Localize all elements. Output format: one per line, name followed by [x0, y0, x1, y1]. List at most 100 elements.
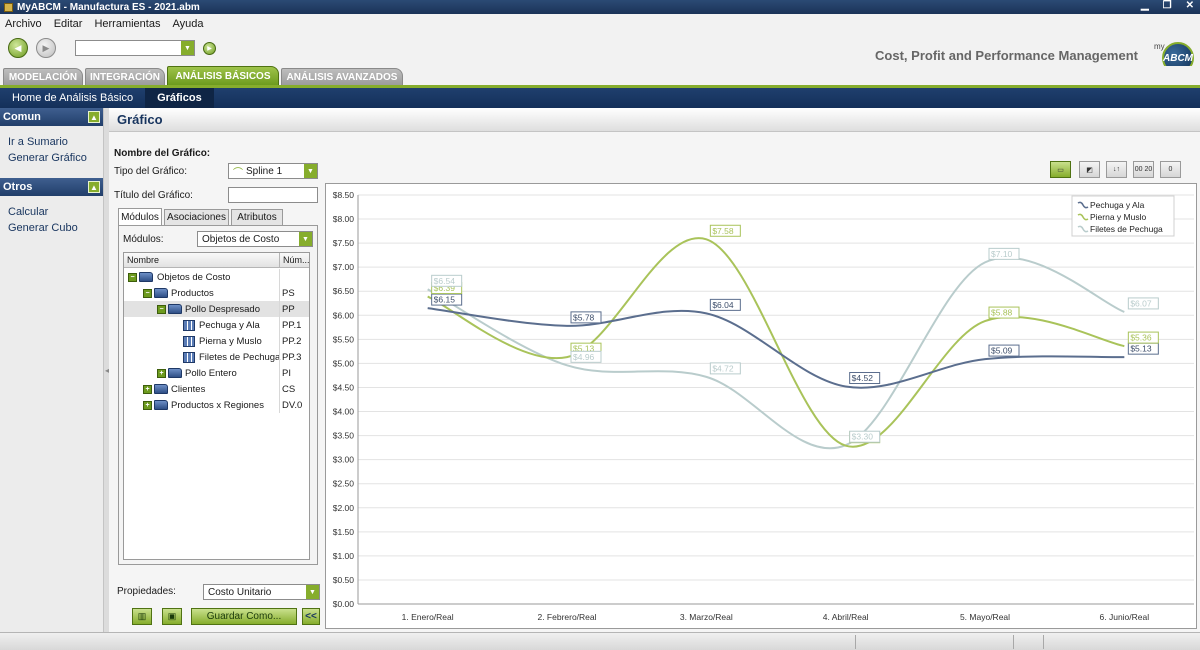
- tree-row-pierna-y-muslo[interactable]: Pierna y Muslo PP.2: [124, 333, 309, 349]
- tree-row-productos-x-regiones[interactable]: + Productos x Regiones DV.0: [124, 397, 309, 413]
- tab-analisis-avanzados[interactable]: ANÁLISIS AVANZADOS: [281, 68, 403, 85]
- data-label: $4.52: [852, 373, 874, 383]
- save-as-button[interactable]: Guardar Como...: [191, 608, 297, 625]
- expand-icon[interactable]: +: [143, 385, 152, 394]
- properties-select[interactable]: Costo Unitario ▼: [203, 584, 320, 600]
- chart-title-input[interactable]: [228, 187, 318, 203]
- chevron-down-icon: ▼: [299, 232, 312, 246]
- data-label: $5.88: [991, 308, 1013, 318]
- collapse-icon[interactable]: −: [157, 305, 166, 314]
- chart-panel: $0.00 $0.50 $1.00 $1.50 $2.00 $2.50 $3.00 $3.50…: [325, 183, 1197, 629]
- page-title: Gráfico: [109, 108, 1200, 132]
- y-tick-label: $5.00: [333, 358, 355, 368]
- legend-label: Pechuga y Ala: [1090, 200, 1145, 210]
- y-tick-label: $3.00: [333, 455, 355, 465]
- modules-select[interactable]: Objetos de Costo ▼: [197, 231, 313, 247]
- collapse-icon[interactable]: −: [143, 289, 152, 298]
- expand-icon[interactable]: +: [157, 369, 166, 378]
- main-area: Gráfico Nombre del Gráfico: Tipo del Grá…: [109, 108, 1200, 632]
- data-label: $6.07: [1130, 298, 1152, 308]
- x-tick-label: 4. Abril/Real: [823, 612, 869, 622]
- go-button[interactable]: ▶: [203, 42, 216, 55]
- left-panel: Comun ▲ Ir a Sumario Generar Gráfico Otr…: [0, 108, 104, 632]
- sort-button[interactable]: ↓↑: [1106, 161, 1127, 178]
- save-button[interactable]: ▣: [162, 608, 182, 625]
- section-comun[interactable]: Comun ▲: [0, 108, 103, 126]
- bar-chart-icon: ▥: [137, 611, 147, 621]
- x-tick-label: 6. Junio/Real: [1100, 612, 1150, 622]
- collapse-icon[interactable]: −: [128, 273, 137, 282]
- data-label: $5.13: [1130, 344, 1152, 354]
- tree-row-clientes[interactable]: + Clientes CS: [124, 381, 309, 397]
- module-tree: Nombre Núm... − Objetos de Costo − Produ…: [123, 252, 310, 560]
- properties-label: Propiedades:: [117, 586, 176, 597]
- chart-image-button[interactable]: ◩: [1079, 161, 1100, 178]
- chevron-down-icon: ▼: [304, 164, 317, 178]
- tab-modelacion[interactable]: MODELACIÓN: [3, 68, 83, 85]
- tree-row-pollo-despresado[interactable]: − Pollo Despresado PP: [124, 301, 309, 317]
- arrow-right-icon: ▶: [42, 42, 50, 53]
- collapse-icon[interactable]: ▲: [88, 111, 100, 123]
- app-icon: [4, 2, 13, 12]
- tab-integracion[interactable]: INTEGRACIÓN: [85, 68, 165, 85]
- y-tick-label: $5.50: [333, 334, 355, 344]
- legend-label: Filetes de Pechuga: [1090, 224, 1163, 234]
- collapse-icon[interactable]: ▲: [88, 181, 100, 193]
- zero-button[interactable]: 0: [1160, 161, 1181, 178]
- sidebar-item-calcular[interactable]: Calcular: [0, 204, 103, 220]
- chart-view-button[interactable]: ▭: [1050, 161, 1071, 178]
- forward-button[interactable]: ▶: [36, 38, 56, 58]
- tree-row-productos[interactable]: − Productos PS: [124, 285, 309, 301]
- decimals-button[interactable]: 00 20: [1133, 161, 1154, 178]
- y-tick-label: $3.50: [333, 431, 355, 441]
- chart-settings-button[interactable]: ▥: [132, 608, 152, 625]
- menu-ayuda[interactable]: Ayuda: [172, 18, 203, 30]
- minimize-icon[interactable]: ▁: [1141, 0, 1149, 11]
- series-line-2: [427, 256, 1125, 450]
- subnav-graficos[interactable]: Gráficos: [145, 88, 214, 108]
- tree-row-pollo-entero[interactable]: + Pollo Entero PI: [124, 365, 309, 381]
- sidebar-item-ir-a-sumario[interactable]: Ir a Sumario: [0, 134, 103, 150]
- play-icon: ▶: [207, 46, 212, 52]
- tree-row-objetos-de-costo[interactable]: − Objetos de Costo: [124, 269, 309, 285]
- subnav-home-analisis[interactable]: Home de Análisis Básico: [0, 88, 145, 108]
- section-otros[interactable]: Otros ▲: [0, 178, 103, 196]
- legend-label: Pierna y Muslo: [1090, 212, 1146, 222]
- data-label: $6.04: [712, 300, 734, 310]
- column-numero[interactable]: Núm...: [279, 253, 309, 267]
- y-tick-label: $2.00: [333, 503, 355, 513]
- column-nombre[interactable]: Nombre: [127, 255, 159, 265]
- expand-icon[interactable]: +: [143, 401, 152, 410]
- folder-icon: [168, 304, 182, 314]
- save-icon: ▣: [167, 611, 177, 621]
- tab-asociaciones[interactable]: Asociaciones: [164, 209, 229, 225]
- y-tick-label: $2.50: [333, 479, 355, 489]
- folder-icon: [154, 288, 168, 298]
- back-button[interactable]: ◀: [8, 38, 28, 58]
- toolbar: ◀ ▶ ▼ ▶ Cost, Profit and Performance Man…: [0, 34, 1200, 66]
- window-title: MyABCM - Manufactura ES - 2021.abm: [17, 1, 200, 13]
- sidebar-item-generar-cubo[interactable]: Generar Cubo: [0, 220, 103, 236]
- menu-editar[interactable]: Editar: [54, 18, 83, 30]
- close-icon[interactable]: ✕: [1186, 0, 1194, 11]
- data-label: $5.78: [573, 312, 595, 322]
- tab-analisis-basicos[interactable]: ANÁLISIS BÁSICOS: [167, 66, 279, 85]
- chart-type-label: Tipo del Gráfico:: [114, 166, 187, 177]
- tree-row-pechuga-y-ala[interactable]: Pechuga y Ala PP.1: [124, 317, 309, 333]
- navigation-combo[interactable]: ▼: [75, 40, 195, 56]
- folder-icon: [139, 272, 153, 282]
- arrow-left-icon: ◀: [14, 42, 22, 53]
- chart-type-select[interactable]: ⌒ Spline 1 ▼: [228, 163, 318, 179]
- collapse-panel-button[interactable]: <<: [302, 608, 320, 625]
- restore-icon[interactable]: ❐: [1163, 0, 1172, 11]
- menu-herramientas[interactable]: Herramientas: [94, 18, 160, 30]
- tab-atributos[interactable]: Atributos: [231, 209, 283, 225]
- module-tabs: MODELACIÓN INTEGRACIÓN ANÁLISIS BÁSICOS …: [0, 66, 1200, 85]
- tree-row-filetes-de-pechuga[interactable]: Filetes de Pechuga PP.3: [124, 349, 309, 365]
- cost-object-icon: [183, 352, 195, 363]
- tab-modulos[interactable]: Módulos: [118, 208, 162, 225]
- menu-archivo[interactable]: Archivo: [5, 18, 42, 30]
- chevron-down-icon: ▼: [306, 585, 319, 599]
- status-bar: [0, 632, 1200, 650]
- sidebar-item-generar-grafico[interactable]: Generar Gráfico: [0, 150, 103, 166]
